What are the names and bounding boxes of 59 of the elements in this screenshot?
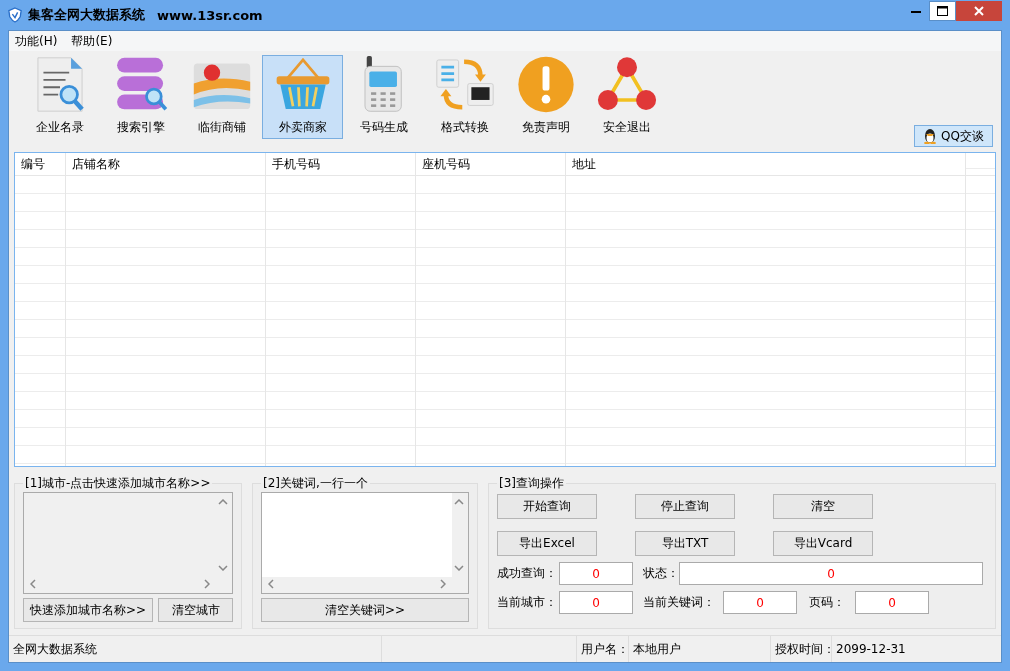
status-field[interactable]: 0 — [679, 562, 983, 585]
field-label: 页码： — [809, 594, 846, 611]
close-icon — [974, 6, 984, 16]
field-label: 成功查询： — [497, 565, 558, 582]
toolbar-button[interactable]: 企业名录 — [19, 55, 100, 139]
status-label: 用户名： — [577, 636, 629, 662]
toolbar-button[interactable]: 外卖商家 — [262, 55, 343, 139]
field-label: 当前城市： — [497, 594, 558, 611]
triangle-nodes-icon — [596, 56, 657, 113]
qq-chat-button[interactable]: QQ交谈 — [914, 125, 993, 147]
status-text: 2099-12-31 — [835, 641, 907, 658]
current-keyword-field[interactable]: 0 — [723, 591, 797, 614]
window-title: 集客全网大数据系统 — [28, 6, 145, 24]
scroll-down-icon — [454, 565, 464, 571]
minimize-icon — [911, 9, 921, 13]
query-action-button[interactable]: 导出Excel — [497, 531, 597, 556]
status-text: 本地用户 — [629, 636, 771, 662]
page-number-field[interactable]: 0 — [855, 591, 929, 614]
clear-city-button[interactable]: 清空城市 — [158, 598, 233, 622]
close-button[interactable] — [956, 1, 1002, 21]
toolbar-button[interactable]: 安全退出 — [586, 55, 667, 139]
query-action-button[interactable]: 停止查询 — [635, 494, 735, 519]
status-label: 授权时间： — [771, 636, 832, 662]
query-action-button[interactable]: 清空 — [773, 494, 873, 519]
website-url: www.13sr.com — [157, 7, 263, 23]
toolbar-button[interactable]: 格式转换 — [424, 55, 505, 139]
toolbar-button[interactable]: 搜索引擎 — [100, 55, 181, 139]
status-text: 全网大数据系统 — [9, 636, 382, 662]
scroll-up-icon — [218, 499, 228, 505]
panel-title: [2]关键词,一行一个 — [262, 475, 369, 492]
shield-icon — [8, 7, 22, 23]
exclamation-icon — [515, 56, 576, 113]
current-city-field[interactable]: 0 — [559, 591, 633, 614]
scroll-left-icon — [268, 579, 274, 589]
city-list-field[interactable] — [23, 492, 233, 594]
field-label: 当前关键词： — [643, 594, 716, 611]
panel-title: [1]城市-点击快速添加城市名称>> — [24, 475, 212, 492]
scroll-up-icon — [454, 499, 464, 505]
panel-title: [3]查询操作 — [498, 475, 565, 492]
toolbar-button[interactable]: 号码生成 — [343, 55, 424, 139]
query-action-button[interactable]: 导出Vcard — [773, 531, 873, 556]
toolbar-button[interactable]: 临街商铺 — [181, 55, 262, 139]
scroll-right-icon — [204, 579, 210, 589]
success-count-field[interactable]: 0 — [559, 562, 633, 585]
maximize-button[interactable] — [929, 1, 956, 21]
query-action-button[interactable]: 导出TXT — [635, 531, 735, 556]
query-action-button[interactable]: 开始查询 — [497, 494, 597, 519]
toolbar-button[interactable]: 免责声明 — [505, 55, 586, 139]
keyword-field[interactable] — [261, 492, 469, 594]
clear-keywords-button[interactable]: 清空关键词>> — [261, 598, 469, 622]
maximize-icon — [937, 6, 948, 16]
menu-item[interactable]: 功能(H) — [15, 32, 58, 50]
field-label: 状态： — [643, 565, 679, 582]
scroll-left-icon — [30, 579, 36, 589]
scroll-right-icon — [440, 579, 446, 589]
menu-item[interactable]: 帮助(E) — [71, 32, 113, 50]
penguin-icon — [923, 128, 938, 144]
quick-add-city-button[interactable]: 快速添加城市名称>> — [23, 598, 153, 622]
scroll-down-icon — [218, 565, 228, 571]
